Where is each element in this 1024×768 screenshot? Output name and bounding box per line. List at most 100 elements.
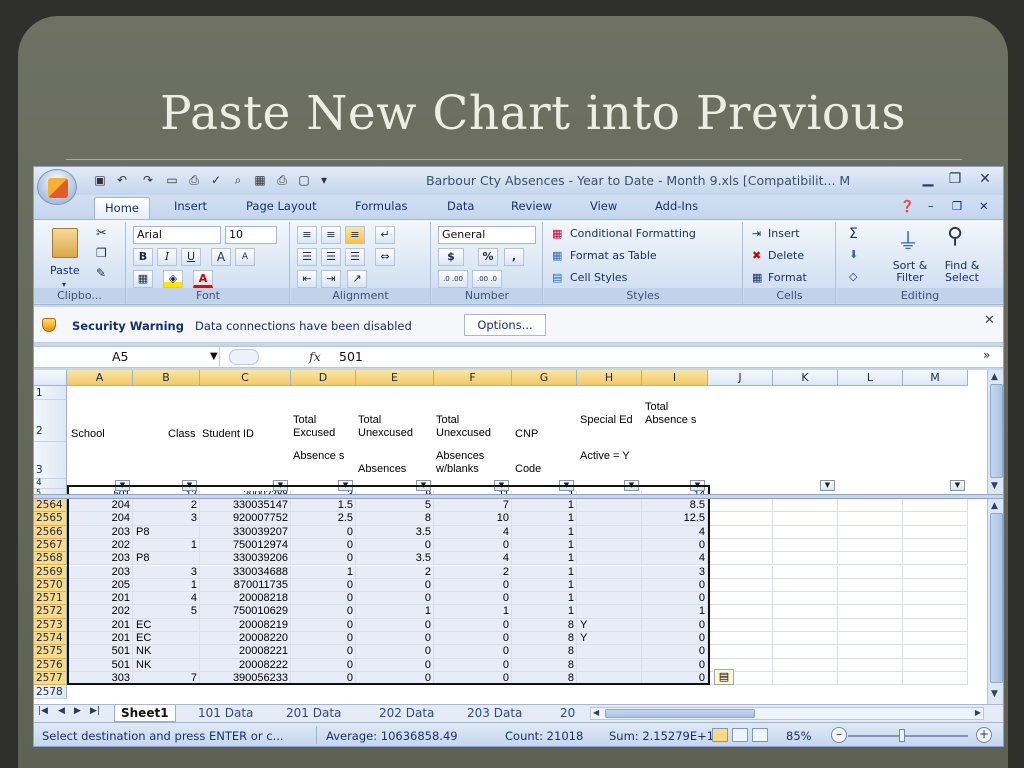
align-center-icon[interactable]: ☰ (321, 248, 341, 266)
row-header[interactable]: 2565 (34, 512, 67, 526)
vertical-scrollbar-bottom[interactable]: ▲ ▼ (987, 499, 1003, 704)
ribbon-minimize-icon[interactable]: – (928, 199, 934, 213)
tab-formulas[interactable]: Formulas (355, 199, 408, 213)
sheet-tab-101-data[interactable]: 101 Data (198, 705, 253, 722)
options-button[interactable]: Options... (464, 314, 546, 336)
name-box[interactable]: A5 (34, 347, 220, 367)
column-header[interactable]: L (838, 370, 903, 386)
column-header[interactable]: A (67, 370, 133, 386)
ribbon-restore-icon[interactable]: ❐ (952, 199, 962, 213)
bold-button[interactable]: B (133, 248, 153, 266)
font-color-icon[interactable]: A (193, 270, 213, 288)
sheet-tab-202-data[interactable]: 202 Data (379, 705, 434, 722)
format-cells-icon[interactable]: ▦ (752, 271, 762, 284)
cell[interactable] (773, 671, 838, 686)
cell[interactable] (903, 499, 968, 513)
tab-add-ins[interactable]: Add-Ins (655, 199, 698, 213)
zoom-level[interactable]: 85% (786, 729, 812, 743)
expand-formula-icon[interactable]: » (983, 348, 990, 362)
formula-input[interactable]: 501 (339, 349, 363, 364)
last-sheet-icon[interactable]: ▶| (90, 706, 100, 716)
cell[interactable] (903, 605, 968, 619)
table-icon[interactable]: ▦ (252, 172, 268, 188)
spelling-icon[interactable]: ✓ (208, 172, 224, 188)
insert-cells-button[interactable]: Insert (768, 227, 800, 240)
format-cells-button[interactable]: Format (768, 271, 807, 284)
cell[interactable] (903, 632, 968, 646)
hscroll-thumb[interactable] (605, 709, 755, 718)
row-header[interactable]: 2569 (34, 565, 67, 579)
delete-cells-button[interactable]: Delete (768, 249, 804, 262)
open-folder-icon[interactable]: ▭ (164, 172, 180, 188)
cell[interactable] (903, 578, 968, 593)
find-select-icon[interactable]: ⚲ (947, 224, 963, 249)
cell[interactable] (903, 565, 968, 579)
column-header[interactable]: B (133, 370, 200, 386)
tab-data[interactable]: Data (447, 199, 474, 213)
row-header[interactable]: 2571 (34, 592, 67, 606)
cell[interactable] (838, 525, 903, 539)
help-icon[interactable]: ❓ (900, 199, 914, 213)
row-header[interactable]: 2577 (34, 671, 67, 686)
cut-icon[interactable]: ✂ (96, 226, 107, 241)
row-header[interactable]: 2572 (34, 605, 67, 619)
row-header[interactable]: 2567 (34, 538, 67, 553)
cell[interactable] (708, 512, 773, 526)
copy-icon[interactable]: ❐ (96, 246, 107, 260)
conditional-formatting-icon[interactable]: ▦ (552, 227, 562, 240)
format-painter-icon[interactable]: ✎ (96, 266, 106, 280)
tab-page-layout[interactable]: Page Layout (246, 199, 317, 213)
underline-button[interactable]: U (181, 248, 201, 266)
format-as-table-button[interactable]: Format as Table (570, 249, 657, 262)
first-sheet-icon[interactable]: |◀ (38, 706, 48, 716)
cell[interactable] (773, 499, 838, 513)
row-header[interactable]: 3 (34, 442, 67, 479)
sheet-tab-201-data[interactable]: 201 Data (286, 705, 341, 722)
cell[interactable] (773, 552, 838, 566)
cell[interactable] (838, 605, 903, 619)
cell[interactable] (708, 578, 773, 593)
status-sum[interactable]: Sum: 2.15279E+11 (609, 729, 721, 743)
normal-view-icon[interactable] (712, 728, 728, 742)
scroll-thumb[interactable] (990, 513, 1003, 683)
ribbon-close-icon[interactable]: ✕ (979, 199, 989, 213)
align-top-icon[interactable]: ≡ (297, 226, 317, 244)
cell[interactable] (838, 499, 903, 513)
zoom-slider[interactable] (848, 735, 968, 737)
column-header[interactable]: H (577, 370, 642, 386)
zoom-out-icon[interactable]: – (831, 727, 847, 743)
row-header[interactable]: 2576 (34, 658, 67, 672)
row-header[interactable]: 1 (34, 386, 67, 400)
column-header[interactable]: J (708, 370, 773, 386)
vertical-scrollbar-top[interactable]: ▲ ▼ (987, 370, 1003, 494)
sort-filter-icon[interactable]: ⏚ (897, 224, 919, 256)
cell[interactable] (903, 592, 968, 606)
insert-cells-icon[interactable]: ⇥ (752, 227, 761, 240)
decrease-decimal-button[interactable]: .00 .0 (472, 270, 502, 288)
row-header[interactable]: 2570 (34, 578, 67, 593)
sheet-tab-sheet1[interactable]: Sheet1 (114, 705, 176, 722)
sort-filter-button[interactable]: Sort & Filter (887, 260, 933, 284)
paste-icon[interactable] (52, 228, 78, 258)
column-header[interactable]: K (773, 370, 838, 386)
cell[interactable] (838, 538, 903, 553)
cell[interactable] (903, 512, 968, 526)
column-header[interactable]: C (200, 370, 291, 386)
fill-color-icon[interactable]: ◈ (163, 270, 183, 288)
cell[interactable] (838, 658, 903, 672)
cell[interactable] (903, 645, 968, 659)
print-preview-icon[interactable]: ⌕ (230, 172, 246, 188)
align-left-icon[interactable]: ☰ (297, 248, 317, 266)
cell[interactable] (903, 538, 968, 553)
tab-view[interactable]: View (590, 199, 617, 213)
insert-function-button[interactable]: fx (309, 349, 321, 364)
merge-center-icon[interactable]: ⇔ (375, 248, 395, 266)
align-middle-icon[interactable]: ≡ (321, 226, 341, 244)
cell[interactable] (708, 565, 773, 579)
cell-styles-icon[interactable]: ▤ (552, 271, 562, 284)
cell[interactable] (708, 645, 773, 659)
cell[interactable] (773, 525, 838, 539)
next-sheet-icon[interactable]: ▶ (74, 706, 81, 716)
row-header[interactable]: 2573 (34, 618, 67, 632)
page-break-view-icon[interactable] (752, 728, 768, 742)
